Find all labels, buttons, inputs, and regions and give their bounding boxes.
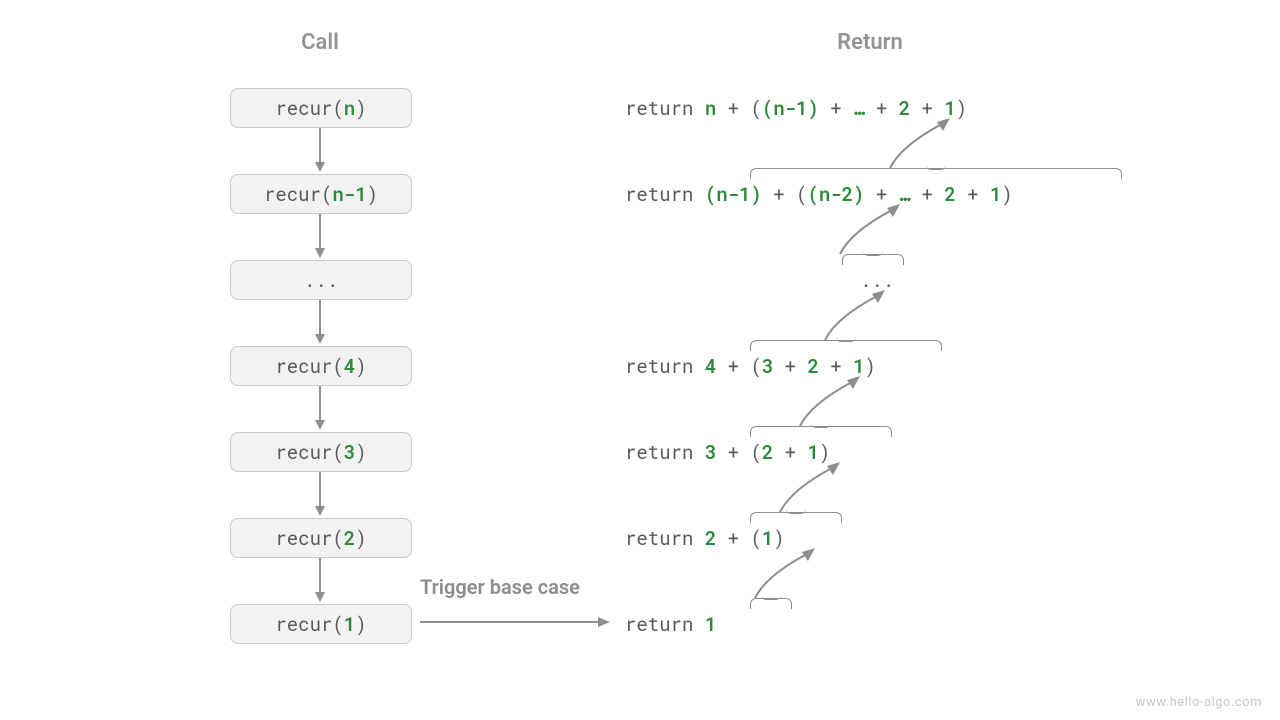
call-prefix: recur( xyxy=(275,526,343,551)
arrow-down-icon xyxy=(318,300,322,344)
return-op: + ( xyxy=(762,182,808,207)
return-term: 3 xyxy=(762,354,773,379)
call-arg: n-1 xyxy=(332,182,366,207)
return-term: 4 xyxy=(705,354,716,379)
return-term: (n-1) xyxy=(762,96,819,121)
return-term: 1 xyxy=(705,612,716,637)
arrow-right-icon xyxy=(420,620,610,624)
column-header-call: Call xyxy=(210,30,430,55)
call-suffix: ) xyxy=(355,354,366,379)
return-kw: return xyxy=(625,354,705,379)
return-term: (n-1) xyxy=(705,182,762,207)
return-op: + xyxy=(910,182,944,207)
return-line-1: return 1 xyxy=(625,612,716,637)
call-box-3: recur(3) xyxy=(230,432,412,472)
arrow-curve-up-icon xyxy=(790,376,870,436)
return-term: 3 xyxy=(705,440,716,465)
return-op: + ( xyxy=(716,354,762,379)
call-box-4: recur(4) xyxy=(230,346,412,386)
call-prefix: recur( xyxy=(275,440,343,465)
call-arg: n xyxy=(344,96,355,121)
return-op: + xyxy=(956,182,990,207)
call-suffix: ) xyxy=(355,440,366,465)
call-arg: 1 xyxy=(344,612,355,637)
call-box-n: recur(n) xyxy=(230,88,412,128)
call-suffix: ) xyxy=(355,526,366,551)
watermark: www.hello-algo.com xyxy=(1136,695,1262,710)
return-term: 2 xyxy=(705,526,716,551)
call-arg: 2 xyxy=(344,526,355,551)
return-kw: return xyxy=(625,612,705,637)
arrow-curve-up-icon xyxy=(880,118,960,178)
call-prefix: recur( xyxy=(275,612,343,637)
arrow-down-icon xyxy=(318,558,322,602)
return-ellipsis: … xyxy=(853,96,864,121)
arrow-down-icon xyxy=(318,128,322,172)
base-case-label: Trigger base case xyxy=(420,575,580,599)
return-kw: return xyxy=(625,440,705,465)
return-op: + ( xyxy=(716,96,762,121)
return-close: ) xyxy=(1001,182,1012,207)
return-term: n xyxy=(705,96,716,121)
arrow-down-icon xyxy=(318,472,322,516)
arrow-down-icon xyxy=(318,386,322,430)
call-suffix: ) xyxy=(367,182,378,207)
arrow-curve-up-icon xyxy=(815,290,895,350)
call-box-n-minus-1: recur(n-1) xyxy=(230,174,412,214)
call-box-1: recur(1) xyxy=(230,604,412,644)
column-header-return: Return xyxy=(600,30,1140,55)
call-prefix: recur( xyxy=(275,96,343,121)
return-term: 2 xyxy=(944,182,955,207)
return-kw: return xyxy=(625,96,705,121)
call-suffix: ) xyxy=(355,96,366,121)
arrow-curve-up-icon xyxy=(770,462,850,522)
call-arg: 4 xyxy=(344,354,355,379)
arrow-curve-up-icon xyxy=(830,204,910,264)
arrow-down-icon xyxy=(318,214,322,258)
return-op: + ( xyxy=(716,440,762,465)
arrow-curve-up-icon xyxy=(745,548,825,608)
call-box-2: recur(2) xyxy=(230,518,412,558)
call-prefix: recur( xyxy=(264,182,332,207)
call-box-ellipsis: ... xyxy=(230,260,412,300)
return-op: + xyxy=(819,96,853,121)
return-kw: return xyxy=(625,526,705,551)
return-kw: return xyxy=(625,182,705,207)
return-term: 1 xyxy=(990,182,1001,207)
call-arg: 3 xyxy=(344,440,355,465)
call-ellipsis: ... xyxy=(304,268,338,293)
return-line-n-minus-1: return (n-1) + ((n-2) + … + 2 + 1) xyxy=(625,182,1013,207)
call-prefix: recur( xyxy=(275,354,343,379)
call-suffix: ) xyxy=(355,612,366,637)
